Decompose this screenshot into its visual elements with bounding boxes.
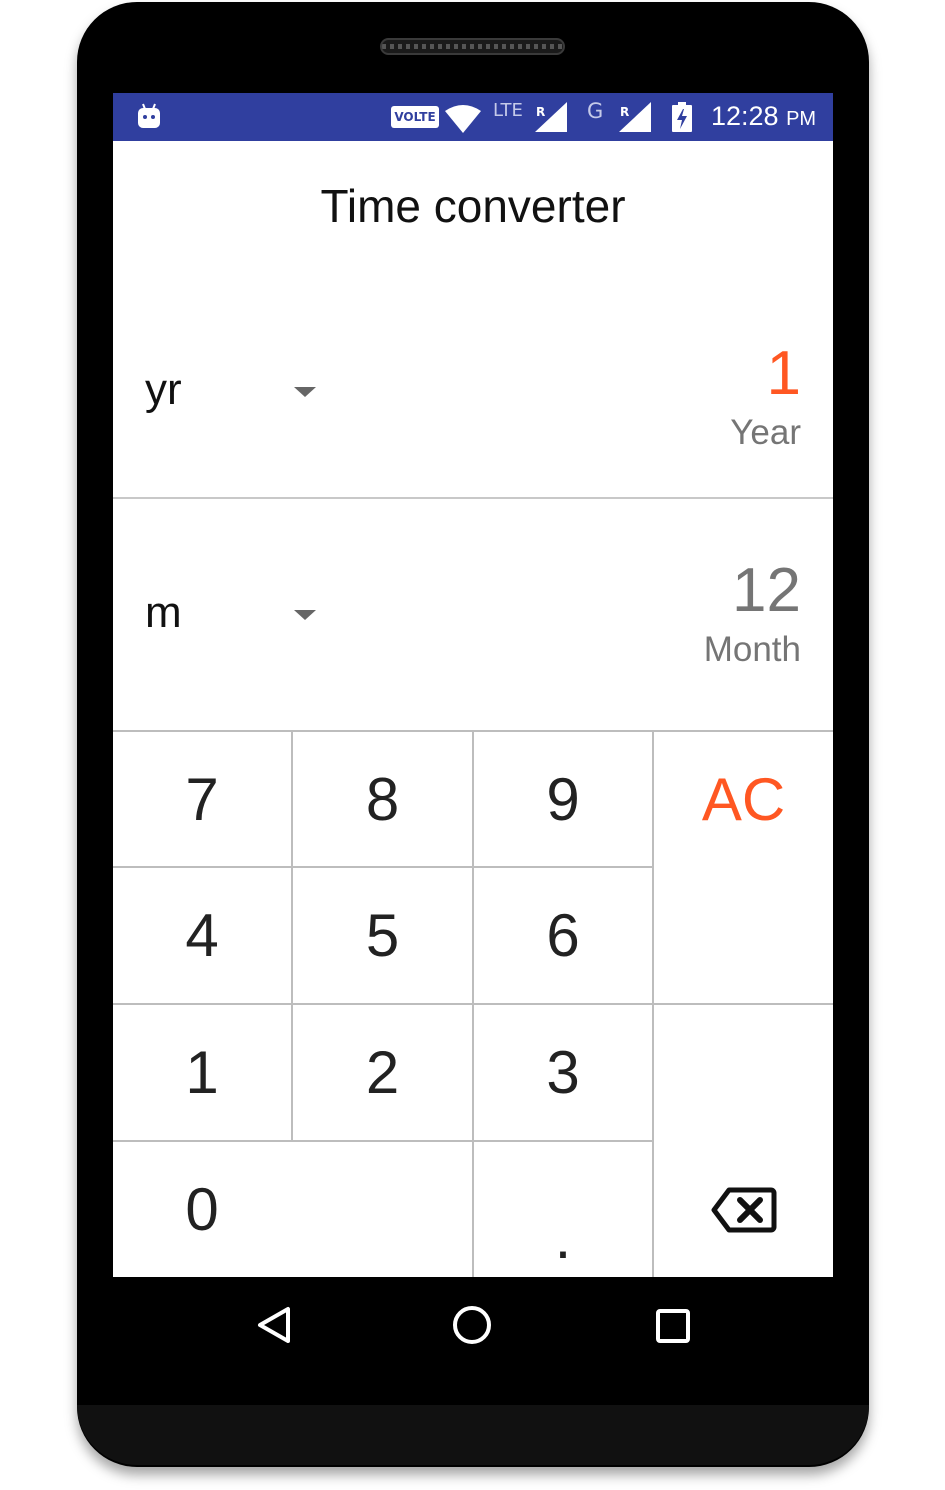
cell-signal-icon: R xyxy=(535,102,567,132)
key-5[interactable]: 5 xyxy=(293,868,472,1003)
battery-charging-icon xyxy=(672,102,692,132)
key-0-extended[interactable] xyxy=(291,1142,472,1277)
app-screen: VOLTE LTE R G R 12:28 PM Time converter … xyxy=(113,93,833,1277)
from-value[interactable]: 1 xyxy=(767,338,801,409)
dropdown-arrow-icon xyxy=(294,387,316,397)
clear-all-button[interactable]: AC xyxy=(654,732,833,866)
recents-square-icon[interactable] xyxy=(655,1308,691,1344)
to-unit-row: m 12 Month xyxy=(113,500,833,730)
volte-badge: VOLTE xyxy=(391,106,439,128)
key-6[interactable]: 6 xyxy=(474,868,652,1003)
key-decimal-point[interactable]: . xyxy=(474,1170,652,1277)
from-unit-spinner[interactable]: yr xyxy=(143,365,323,435)
backspace-button[interactable] xyxy=(654,1142,833,1277)
svg-text:R: R xyxy=(620,105,629,119)
from-unit-row: yr 1 Year xyxy=(113,308,833,499)
clock-ampm: PM xyxy=(786,108,817,130)
key-4[interactable]: 4 xyxy=(113,868,291,1003)
to-unit-label: m xyxy=(145,588,182,637)
backspace-icon xyxy=(711,1187,776,1232)
key-8[interactable]: 8 xyxy=(293,732,472,866)
wifi-icon xyxy=(445,105,481,133)
g-label: G xyxy=(587,99,604,123)
dropdown-arrow-icon xyxy=(294,610,316,620)
lte-label: LTE xyxy=(493,100,523,121)
from-unit-name: Year xyxy=(730,413,801,452)
keypad: 7 8 9 AC 4 5 6 1 2 3 0 . xyxy=(113,730,833,1277)
to-unit-name: Month xyxy=(703,630,801,669)
phone-chin xyxy=(77,1405,869,1465)
android-notification-icon xyxy=(138,103,160,128)
home-circle-icon[interactable] xyxy=(452,1305,492,1345)
svg-text:R: R xyxy=(536,105,545,119)
key-3[interactable]: 3 xyxy=(474,1005,652,1140)
status-bar: VOLTE LTE R G R 12:28 PM xyxy=(113,93,833,141)
cell-signal-icon-2: R xyxy=(619,102,651,132)
speaker-grille xyxy=(380,38,565,55)
key-9[interactable]: 9 xyxy=(474,732,652,866)
from-unit-label: yr xyxy=(145,365,182,414)
key-7[interactable]: 7 xyxy=(113,732,291,866)
back-triangle-icon[interactable] xyxy=(256,1305,292,1345)
key-0[interactable]: 0 xyxy=(113,1142,291,1277)
key-2[interactable]: 2 xyxy=(293,1005,472,1140)
page-title: Time converter xyxy=(320,180,626,232)
to-value[interactable]: 12 xyxy=(732,555,801,626)
status-clock: 12:28 PM xyxy=(711,101,816,132)
to-unit-spinner[interactable]: m xyxy=(143,588,323,658)
clock-time: 12:28 xyxy=(711,101,779,131)
key-1[interactable]: 1 xyxy=(113,1005,291,1140)
